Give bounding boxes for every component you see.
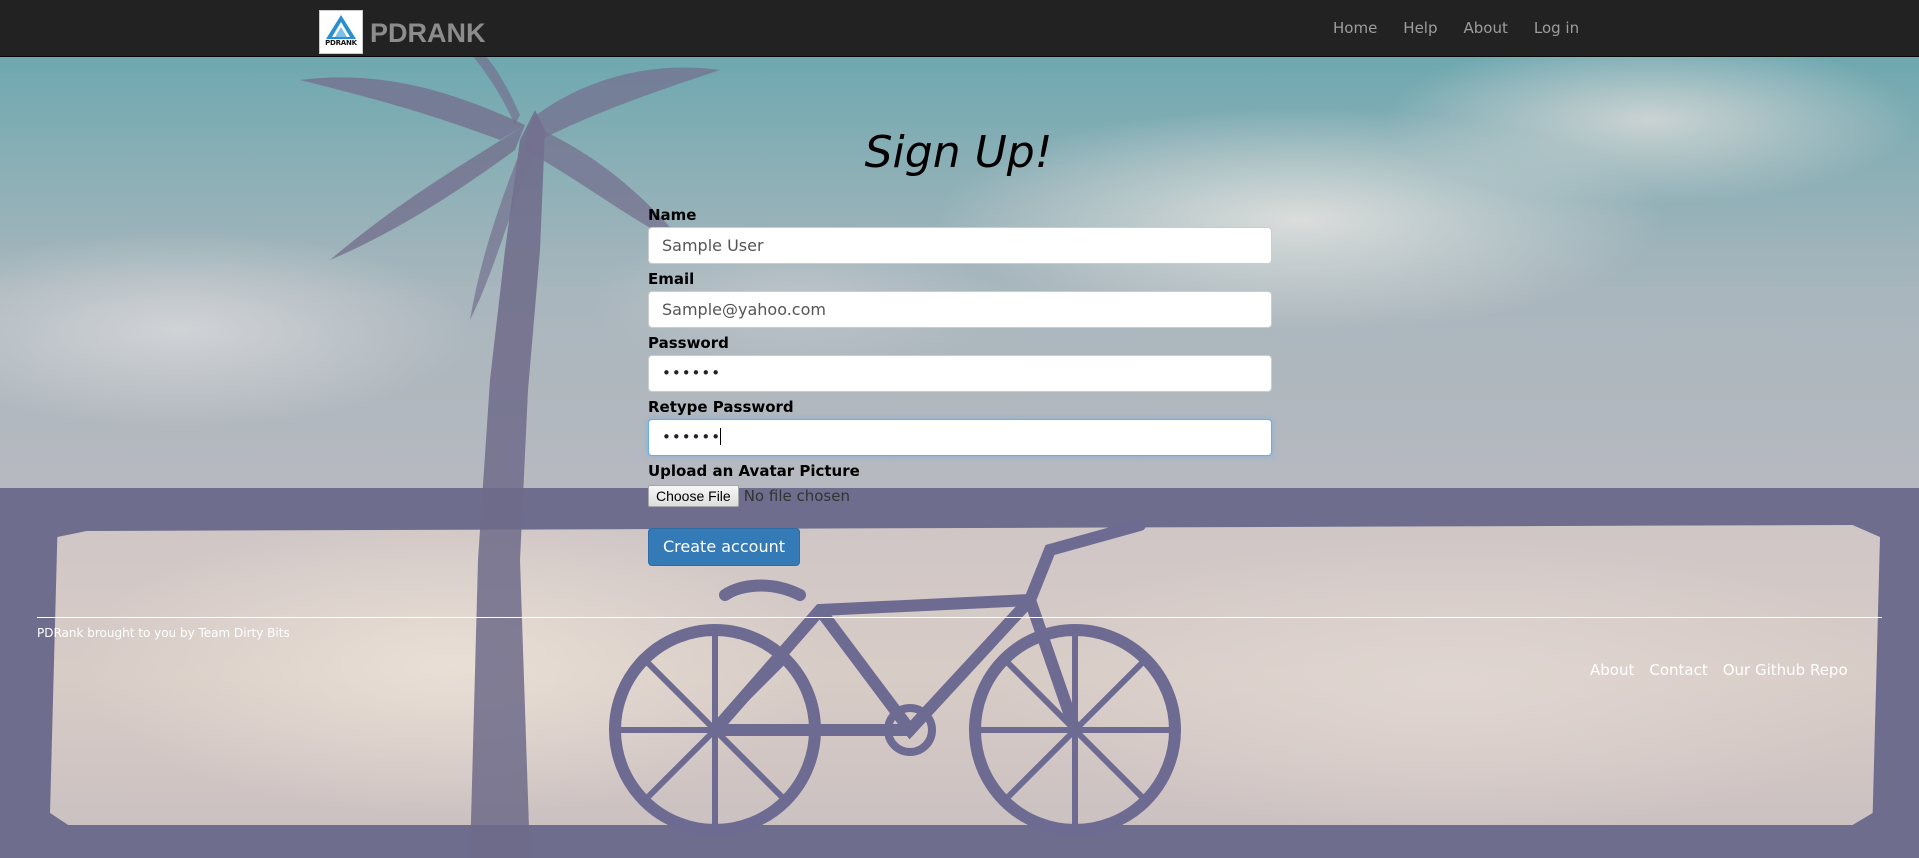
text-caret — [720, 428, 722, 445]
footer-credit: PDRank brought to you by Team Dirty Bits — [37, 626, 290, 640]
navbar: PDRANK PDRANK Home Help About Log in — [0, 0, 1919, 57]
signup-form: Name Sample User Email Sample@yahoo.com … — [648, 205, 1272, 566]
brand-logo[interactable]: PDRANK — [319, 10, 363, 54]
choose-file-button[interactable]: Choose File — [648, 485, 739, 507]
email-label: Email — [648, 270, 695, 288]
nav-link-about[interactable]: About — [1451, 0, 1521, 57]
bicycle-silhouette — [609, 520, 1181, 836]
name-label: Name — [648, 206, 697, 224]
signup-page: PDRANK PDRANK Home Help About Log in Sig… — [0, 0, 1919, 858]
page-title: Sign Up! — [864, 127, 1053, 178]
password-input[interactable]: •••••• — [648, 355, 1272, 392]
retype-password-value: •••••• — [662, 428, 722, 446]
nav-link-home[interactable]: Home — [1320, 0, 1390, 57]
footer-links: About Contact Our Github Repo — [1590, 660, 1863, 680]
footer-link-contact[interactable]: Contact — [1649, 660, 1707, 680]
create-account-button[interactable]: Create account — [648, 528, 800, 566]
name-input[interactable]: Sample User — [648, 227, 1272, 264]
nav-link-login[interactable]: Log in — [1521, 0, 1592, 57]
avatar-file-input: Choose File No file chosen — [648, 485, 1272, 507]
password-label: Password — [648, 334, 729, 352]
brand-logo-text: PDRANK — [325, 39, 357, 47]
footer-link-github[interactable]: Our Github Repo — [1723, 660, 1848, 680]
brand-name[interactable]: PDRANK — [370, 17, 486, 49]
retype-password-input[interactable]: •••••• — [648, 419, 1272, 456]
retype-password-label: Retype Password — [648, 398, 794, 416]
footer-divider — [37, 617, 1882, 618]
avatar-label: Upload an Avatar Picture — [648, 462, 860, 480]
file-status: No file chosen — [743, 487, 850, 505]
email-input[interactable]: Sample@yahoo.com — [648, 291, 1272, 328]
nav-links: Home Help About Log in — [1320, 0, 1592, 57]
nav-link-help[interactable]: Help — [1390, 0, 1450, 57]
footer-link-about[interactable]: About — [1590, 660, 1634, 680]
